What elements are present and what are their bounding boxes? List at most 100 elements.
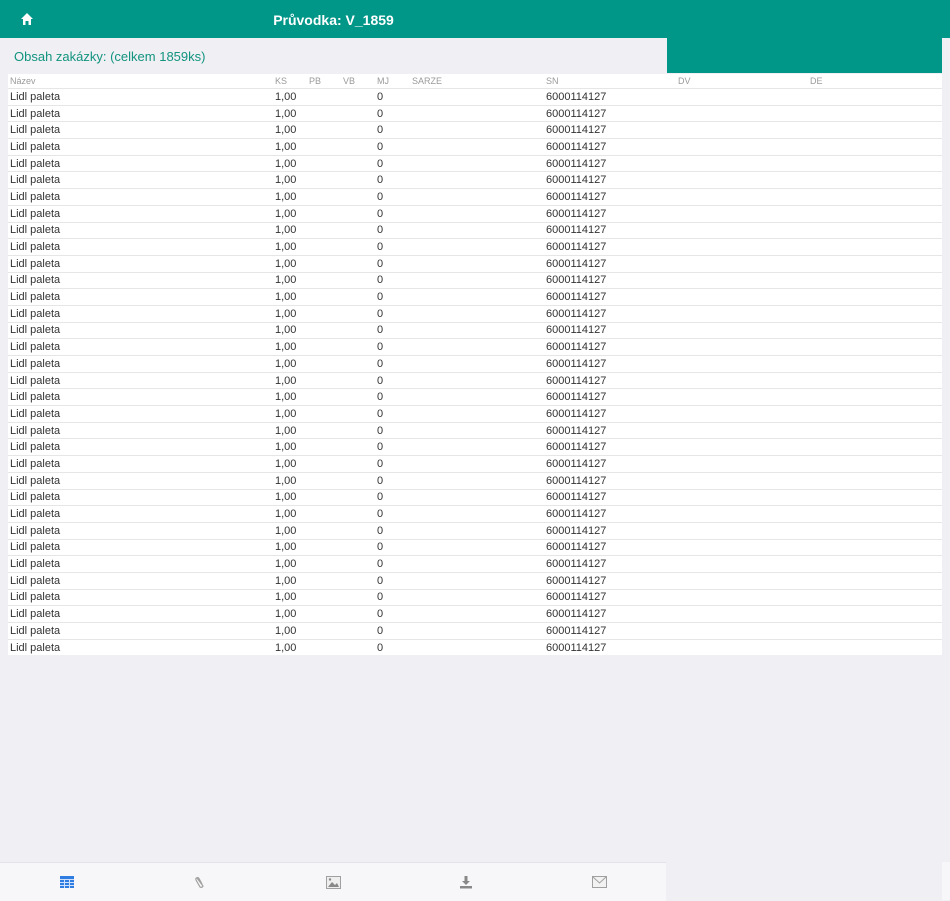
table-cell [410,238,544,256]
table-cell: Lidl paleta [8,138,273,156]
table-cell [307,605,341,623]
table-cell: 6000114127 [544,538,676,556]
table-row[interactable]: Lidl paleta 1,00 0 6000114127 [8,638,942,656]
tab-email[interactable] [533,863,666,901]
table-row[interactable]: Lidl paleta 1,00 0 6000114127 [8,371,942,389]
table-cell: 6000114127 [544,471,676,489]
table-cell: Lidl paleta [8,488,273,506]
table-row[interactable]: Lidl paleta 1,00 0 6000114127 [8,138,942,156]
tab-download[interactable] [400,863,533,901]
table-cell [307,271,341,289]
table-cell [808,221,942,239]
table-cell: Lidl paleta [8,638,273,656]
table-cell: 1,00 [273,321,307,339]
table-row[interactable]: Lidl paleta 1,00 0 6000114127 [8,538,942,556]
table-cell [307,288,341,306]
table-cell: 0 [375,438,410,456]
table-row[interactable]: Lidl paleta 1,00 0 6000114127 [8,121,942,139]
table-cell: 6000114127 [544,154,676,172]
table-row[interactable]: Lidl paleta 1,00 0 6000114127 [8,104,942,122]
table-row[interactable]: Lidl paleta 1,00 0 6000114127 [8,238,942,256]
table-cell [341,171,375,189]
table-cell [307,521,341,540]
table-row[interactable]: Lidl paleta 1,00 0 6000114127 [8,355,942,373]
table-cell [808,571,942,590]
tab-images[interactable] [266,863,399,901]
table-cell: 0 [375,505,410,523]
table-row[interactable]: Lidl paleta 1,00 0 6000114127 [8,254,942,273]
table-row[interactable]: Lidl paleta 1,00 0 6000114127 [8,438,942,456]
table-row[interactable]: Lidl paleta 1,00 0 6000114127 [8,571,942,590]
table-cell [307,571,341,590]
table-cell [808,204,942,222]
items-table: Název KS PB VB MJ SARZE SN DV DE Lidl paleta 1,00… [8,74,942,656]
table-cell [410,388,544,406]
table-row[interactable]: Lidl paleta 1,00 0 6000114127 [8,488,942,506]
table-row[interactable]: Lidl paleta 1,00 0 6000114127 [8,221,942,239]
table-row[interactable]: Lidl paleta 1,00 0 6000114127 [8,88,942,106]
table-cell: 0 [375,471,410,489]
table-cell [808,405,942,423]
table-row[interactable]: Lidl paleta 1,00 0 6000114127 [8,154,942,172]
table-row[interactable]: Lidl paleta 1,00 0 6000114127 [8,188,942,206]
tab-attachments[interactable] [133,863,266,901]
table-cell: 6000114127 [544,138,676,156]
table-cell: 1,00 [273,605,307,623]
table-row[interactable]: Lidl paleta 1,00 0 6000114127 [8,588,942,606]
table-cell: 0 [375,221,410,239]
table-cell [676,471,808,489]
column-header: DE [810,76,823,86]
table-cell: 0 [375,321,410,339]
table-cell: 1,00 [273,588,307,606]
table-cell [676,622,808,640]
table-cell [676,204,808,222]
table-cell: Lidl paleta [8,121,273,139]
table-row[interactable]: Lidl paleta 1,00 0 6000114127 [8,605,942,623]
table-cell: Lidl paleta [8,304,273,323]
table-row[interactable]: Lidl paleta 1,00 0 6000114127 [8,388,942,406]
table-row[interactable]: Lidl paleta 1,00 0 6000114127 [8,455,942,473]
table-cell [410,271,544,289]
table-cell [808,622,942,640]
table-cell: 1,00 [273,254,307,273]
table-cell: Lidl paleta [8,238,273,256]
table-row[interactable]: Lidl paleta 1,00 0 6000114127 [8,204,942,222]
table-row[interactable]: Lidl paleta 1,00 0 6000114127 [8,421,942,439]
tab-table[interactable] [0,863,133,901]
table-row[interactable]: Lidl paleta 1,00 0 6000114127 [8,505,942,523]
table-row[interactable]: Lidl paleta 1,00 0 6000114127 [8,304,942,323]
table-icon [59,876,74,888]
table-cell: Lidl paleta [8,521,273,540]
table-cell: 0 [375,238,410,256]
table-cell: 0 [375,355,410,373]
table-cell: 0 [375,488,410,506]
table-cell [307,304,341,323]
table-row[interactable]: Lidl paleta 1,00 0 6000114127 [8,521,942,540]
table-cell [410,188,544,206]
table-cell [808,355,942,373]
table-row[interactable]: Lidl paleta 1,00 0 6000114127 [8,405,942,423]
table-cell: 1,00 [273,138,307,156]
table-row[interactable]: Lidl paleta 1,00 0 6000114127 [8,271,942,289]
table-cell [410,371,544,389]
table-row[interactable]: Lidl paleta 1,00 0 6000114127 [8,321,942,339]
table-cell [410,221,544,239]
table-row[interactable]: Lidl paleta 1,00 0 6000114127 [8,288,942,306]
table-cell [410,521,544,540]
order-content-heading: Obsah zakázky: (celkem 1859ks) [14,49,206,64]
table-cell: 1,00 [273,88,307,106]
table-cell: 0 [375,571,410,590]
table-row[interactable]: Lidl paleta 1,00 0 6000114127 [8,171,942,189]
table-cell: 1,00 [273,505,307,523]
table-cell [341,421,375,439]
table-cell: Lidl paleta [8,605,273,623]
table-cell: 6000114127 [544,622,676,640]
table-cell [307,321,341,339]
table-cell: 0 [375,171,410,189]
table-row[interactable]: Lidl paleta 1,00 0 6000114127 [8,555,942,573]
table-cell [307,405,341,423]
table-cell: 6000114127 [544,254,676,273]
table-row[interactable]: Lidl paleta 1,00 0 6000114127 [8,471,942,489]
table-row[interactable]: Lidl paleta 1,00 0 6000114127 [8,338,942,356]
table-row[interactable]: Lidl paleta 1,00 0 6000114127 [8,622,942,640]
